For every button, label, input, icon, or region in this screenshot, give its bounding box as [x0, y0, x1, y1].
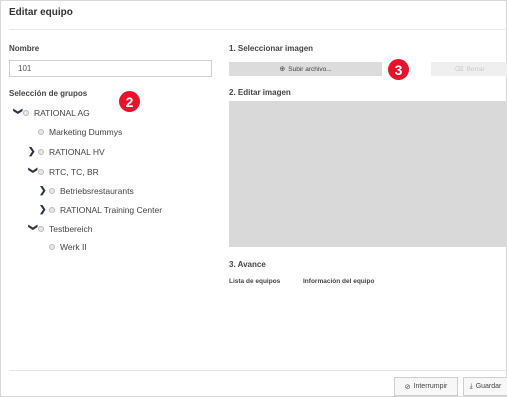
cancel-button[interactable]: ⊘ Interrumpir: [394, 377, 458, 396]
tree-item-marketing-dummys[interactable]: Marketing Dummys: [38, 127, 122, 137]
delete-image-button[interactable]: ⌫ Borrar: [431, 62, 507, 76]
radio-icon[interactable]: [38, 225, 44, 232]
chevron-down-icon[interactable]: ❯: [28, 224, 39, 234]
footer-divider: [9, 370, 507, 371]
title-divider: [9, 29, 507, 30]
dialog-title: Editar equipo: [9, 7, 73, 18]
edit-device-dialog: Editar equipo Nombre 101 Selección de gr…: [0, 0, 507, 397]
tree-item-betriebsrestaurants[interactable]: ❯ Betriebsrestaurants: [39, 185, 134, 196]
save-button[interactable]: ⤓ Guardar: [463, 377, 507, 396]
upload-icon: ⊕: [279, 66, 286, 73]
tree-item-testbereich[interactable]: ❯ Testbereich: [28, 223, 93, 234]
group-selection-label: Selección de grupos: [9, 89, 88, 98]
cancel-icon: ⊘: [404, 383, 411, 391]
radio-icon[interactable]: [38, 148, 44, 155]
save-button-label: Guardar: [475, 383, 502, 390]
tree-item-werk-ii[interactable]: Werk II: [49, 242, 87, 252]
upload-file-label: Subir archivo...: [288, 65, 332, 73]
tree-item-rtc-tc-br[interactable]: ❯ RTC, TC, BR: [28, 166, 99, 177]
device-list-column: Lista de equipos: [229, 278, 281, 285]
select-image-label: 1. Seleccionar imagen: [229, 44, 314, 53]
chevron-down-icon[interactable]: ❯: [13, 108, 24, 118]
name-input[interactable]: 101: [9, 60, 212, 77]
tree-item-label: RTC, TC, BR: [49, 166, 99, 177]
radio-icon[interactable]: [49, 206, 55, 213]
chevron-down-icon[interactable]: ❯: [28, 167, 39, 177]
trash-icon: ⌫: [454, 66, 464, 73]
cancel-button-label: Interrumpir: [413, 383, 448, 390]
progress-label: 3. Avance: [229, 260, 266, 269]
upload-file-button[interactable]: ⊕ Subir archivo...: [229, 62, 382, 76]
delete-image-label: Borrar: [466, 65, 485, 73]
tree-item-label: RATIONAL AG: [34, 107, 90, 118]
radio-icon[interactable]: [49, 187, 55, 194]
tree-item-label: Testbereich: [49, 223, 93, 234]
tree-item-label: Marketing Dummys: [49, 127, 123, 137]
tree-item-label: RATIONAL HV: [49, 146, 105, 157]
tree-item-label: Betriebsrestaurants: [60, 185, 134, 196]
save-icon: ⤓: [469, 382, 473, 390]
radio-icon[interactable]: [49, 244, 55, 250]
tree-item-rational-ag[interactable]: ❯ RATIONAL AG: [13, 107, 90, 118]
chevron-right-icon[interactable]: ❯: [28, 146, 38, 157]
tree-item-rational-training-center[interactable]: ❯ RATIONAL Training Center: [39, 204, 162, 215]
tree-item-rational-hv[interactable]: ❯ RATIONAL HV: [28, 146, 105, 157]
device-info-column: Información del equipo: [303, 278, 375, 285]
radio-icon[interactable]: [38, 168, 44, 175]
tree-item-label: RATIONAL Training Center: [60, 204, 163, 215]
chevron-right-icon[interactable]: ❯: [39, 204, 49, 215]
chevron-right-icon[interactable]: ❯: [39, 185, 49, 196]
radio-icon[interactable]: [23, 109, 29, 116]
tree-item-label: Werk II: [60, 242, 87, 252]
image-edit-area[interactable]: [229, 101, 507, 247]
radio-icon[interactable]: [38, 129, 44, 135]
annotation-badge-3: 3: [388, 59, 409, 80]
name-label: Nombre: [9, 44, 40, 53]
annotation-badge-2: 2: [119, 91, 140, 112]
edit-image-label: 2. Editar imagen: [229, 88, 291, 97]
